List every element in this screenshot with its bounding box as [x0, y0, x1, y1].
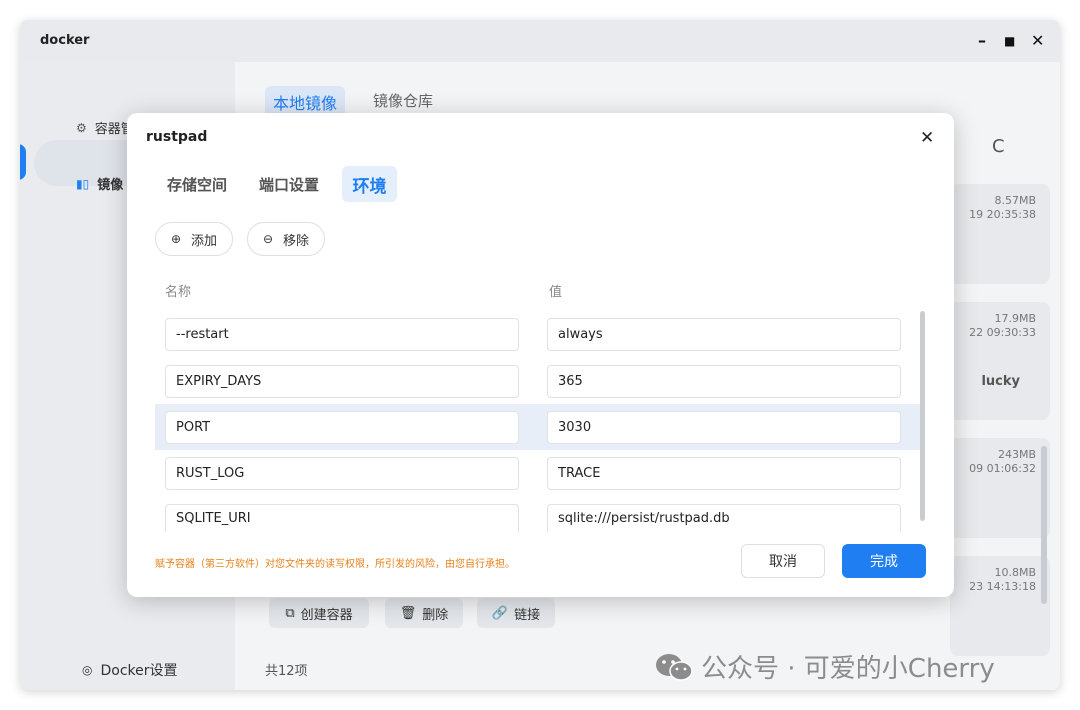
env-value-field[interactable]: always	[547, 318, 901, 351]
env-value-field[interactable]: TRACE	[547, 457, 901, 490]
wechat-icon	[656, 653, 693, 681]
delete-label: 删除	[422, 607, 449, 623]
env-name-field[interactable]: --restart	[165, 318, 519, 351]
image-time: 19 20:35:38	[969, 208, 1036, 221]
watermark: 公众号 · 可爱的小Cherry	[655, 648, 995, 685]
env-name-field[interactable]: RUST_LOG	[165, 457, 519, 490]
cancel-button[interactable]: 取消	[741, 544, 825, 578]
image-icon: ▮▯	[76, 176, 90, 191]
add-label: 添加	[191, 233, 218, 249]
tab-environment[interactable]: 环境	[342, 166, 397, 202]
env-name-field[interactable]: SQLITE_URI	[165, 504, 519, 532]
create-container-icon: ⧉	[285, 605, 295, 621]
app-title: docker	[40, 33, 90, 48]
image-time: 23 14:13:18	[969, 580, 1036, 593]
close-window-button[interactable]: ✕	[1031, 31, 1044, 50]
dialog-scrollbar[interactable]	[920, 311, 925, 521]
main-scrollbar[interactable]	[1041, 446, 1047, 604]
env-name-field[interactable]: EXPIRY_DAYS	[165, 365, 519, 398]
image-tag: lucky	[981, 374, 1020, 389]
image-card[interactable]: 17.9MB 22 09:30:33 lucky	[950, 302, 1050, 420]
delete-button[interactable]: 🗑 删除	[385, 598, 463, 628]
maximize-button[interactable]: ■	[1004, 34, 1015, 48]
settings-icon: ◎	[82, 663, 93, 677]
env-value-field[interactable]: sqlite:///persist/rustpad.db	[547, 504, 901, 532]
remove-label: 移除	[283, 233, 310, 249]
close-icon[interactable]: ✕	[920, 128, 934, 148]
link-icon: 🔗	[491, 605, 509, 621]
tab-image-registry[interactable]: 镜像仓库	[365, 86, 441, 115]
image-size: 10.8MB	[994, 566, 1036, 579]
remove-button[interactable]: ⊖ 移除	[247, 222, 325, 256]
column-header-value: 值	[549, 285, 563, 300]
image-size: 17.9MB	[994, 312, 1036, 325]
refresh-icon[interactable]: C	[992, 136, 1005, 157]
add-button[interactable]: ⊕ 添加	[155, 222, 233, 256]
plus-circle-icon: ⊕	[170, 232, 182, 246]
env-value-field[interactable]: 3030	[547, 411, 901, 444]
env-value-field[interactable]: 365	[547, 365, 901, 398]
image-size: 243MB	[997, 448, 1036, 461]
image-card[interactable]: 8.57MB 19 20:35:38	[950, 184, 1050, 284]
tab-port-settings[interactable]: 端口设置	[249, 166, 329, 202]
sidebar-item-images-label[interactable]: ▮▯ 镜像	[76, 174, 124, 194]
trash-icon: 🗑	[399, 605, 417, 621]
item-count: 共12项	[265, 664, 308, 679]
image-time: 09 01:06:32	[969, 462, 1036, 475]
env-dialog: rustpad ✕ 存储空间 端口设置 环境 ⊕ 添加 ⊖ 移除 名称 值 --…	[127, 113, 954, 597]
sidebar-item-label: 镜像	[97, 178, 124, 193]
minus-circle-icon: ⊖	[262, 232, 274, 246]
watermark-text: 公众号 · 可爱的小Cherry	[701, 654, 995, 684]
env-name-field[interactable]: PORT	[165, 411, 519, 444]
create-container-button[interactable]: ⧉ 创建容器	[269, 598, 369, 628]
title-bar: docker – ■ ✕	[20, 20, 1060, 62]
column-header-name: 名称	[165, 285, 192, 300]
link-button[interactable]: 🔗 链接	[477, 598, 555, 628]
container-icon: ⚙	[76, 120, 87, 135]
docker-settings-label: Docker设置	[100, 663, 178, 679]
done-button[interactable]: 完成	[842, 544, 926, 578]
image-size: 8.57MB	[994, 194, 1036, 207]
docker-settings-item[interactable]: ◎ Docker设置	[82, 660, 178, 680]
image-card[interactable]: 243MB 09 01:06:32	[950, 438, 1050, 538]
image-card[interactable]: 10.8MB 23 14:13:18	[950, 556, 1050, 656]
risk-warning: 赋予容器（第三方软件）对您文件夹的读写权限，所引发的风险，由您自行承担。	[155, 559, 515, 570]
minimize-button[interactable]: –	[978, 31, 986, 50]
tab-storage[interactable]: 存储空间	[157, 166, 237, 202]
active-indicator	[20, 144, 26, 180]
create-container-label: 创建容器	[300, 607, 353, 623]
link-label: 链接	[514, 607, 541, 623]
dialog-title: rustpad	[146, 129, 208, 145]
image-time: 22 09:30:33	[969, 326, 1036, 339]
